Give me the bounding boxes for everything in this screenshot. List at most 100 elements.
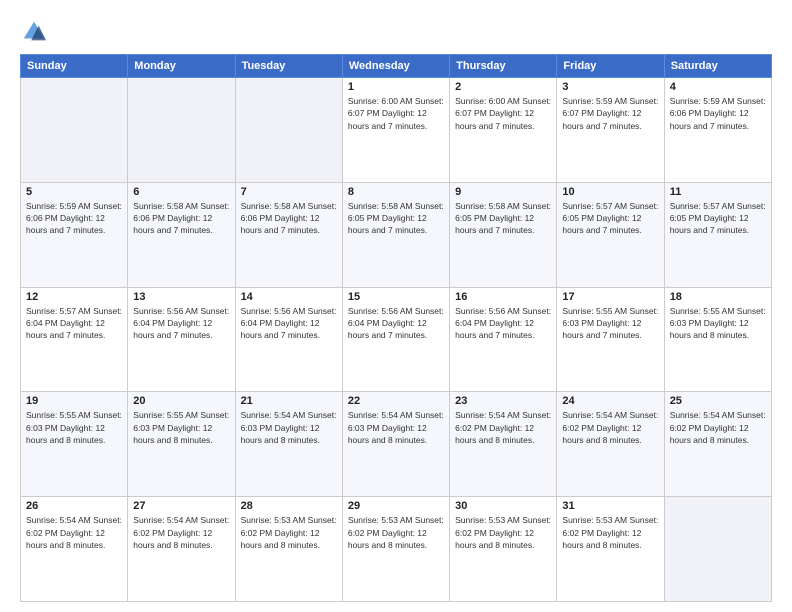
- day-number: 17: [562, 291, 658, 303]
- calendar-cell: 4 Sunrise: 5:59 AM Sunset: 6:06 PM Daylig…: [664, 78, 771, 183]
- calendar-header-row: SundayMondayTuesdayWednesdayThursdayFrid…: [21, 55, 772, 78]
- day-number: 8: [348, 186, 444, 198]
- calendar-cell: 31 Sunrise: 5:53 AM Sunset: 6:02 PM Dayli…: [557, 497, 664, 602]
- day-number: 12: [26, 291, 122, 303]
- calendar-table: SundayMondayTuesdayWednesdayThursdayFrid…: [20, 54, 772, 602]
- calendar-cell: 13 Sunrise: 5:56 AM Sunset: 6:04 PM Dayli…: [128, 287, 235, 392]
- day-number: 6: [133, 186, 229, 198]
- calendar-cell: 10 Sunrise: 5:57 AM Sunset: 6:05 PM Dayli…: [557, 182, 664, 287]
- calendar-week-row: 12Sunrise: 5:57 AM Sunset: 6:04 PM Dayli…: [21, 287, 772, 392]
- day-number: 27: [133, 500, 229, 512]
- cell-content: Sunrise: 5:54 AM Sunset: 6:02 PM Dayligh…: [670, 409, 766, 446]
- calendar-cell: [21, 78, 128, 183]
- cell-content: Sunrise: 6:00 AM Sunset: 6:07 PM Dayligh…: [348, 95, 444, 132]
- calendar-cell: 25 Sunrise: 5:54 AM Sunset: 6:02 PM Dayli…: [664, 392, 771, 497]
- day-number: 30: [455, 500, 551, 512]
- calendar-cell: 29 Sunrise: 5:53 AM Sunset: 6:02 PM Dayli…: [342, 497, 449, 602]
- cell-content: Sunrise: 5:54 AM Sunset: 6:03 PM Dayligh…: [348, 409, 444, 446]
- calendar-day-header: Wednesday: [342, 55, 449, 78]
- cell-content: Sunrise: 5:54 AM Sunset: 6:02 PM Dayligh…: [562, 409, 658, 446]
- cell-content: Sunrise: 5:56 AM Sunset: 6:04 PM Dayligh…: [348, 305, 444, 342]
- day-number: 5: [26, 186, 122, 198]
- cell-content: Sunrise: 5:53 AM Sunset: 6:02 PM Dayligh…: [348, 514, 444, 551]
- day-number: 29: [348, 500, 444, 512]
- calendar-cell: 26 Sunrise: 5:54 AM Sunset: 6:02 PM Dayli…: [21, 497, 128, 602]
- cell-content: Sunrise: 5:55 AM Sunset: 6:03 PM Dayligh…: [562, 305, 658, 342]
- cell-content: Sunrise: 5:54 AM Sunset: 6:02 PM Dayligh…: [133, 514, 229, 551]
- cell-content: Sunrise: 5:56 AM Sunset: 6:04 PM Dayligh…: [241, 305, 337, 342]
- cell-content: Sunrise: 5:55 AM Sunset: 6:03 PM Dayligh…: [670, 305, 766, 342]
- day-number: 7: [241, 186, 337, 198]
- calendar-cell: 20 Sunrise: 5:55 AM Sunset: 6:03 PM Dayli…: [128, 392, 235, 497]
- calendar-cell: 21 Sunrise: 5:54 AM Sunset: 6:03 PM Dayli…: [235, 392, 342, 497]
- calendar-cell: [664, 497, 771, 602]
- day-number: 24: [562, 395, 658, 407]
- day-number: 10: [562, 186, 658, 198]
- day-number: 11: [670, 186, 766, 198]
- day-number: 18: [670, 291, 766, 303]
- day-number: 25: [670, 395, 766, 407]
- calendar-cell: 15 Sunrise: 5:56 AM Sunset: 6:04 PM Dayli…: [342, 287, 449, 392]
- day-number: 21: [241, 395, 337, 407]
- cell-content: Sunrise: 5:54 AM Sunset: 6:02 PM Dayligh…: [26, 514, 122, 551]
- calendar-cell: 27 Sunrise: 5:54 AM Sunset: 6:02 PM Dayli…: [128, 497, 235, 602]
- day-number: 16: [455, 291, 551, 303]
- day-number: 4: [670, 81, 766, 93]
- cell-content: Sunrise: 5:59 AM Sunset: 6:07 PM Dayligh…: [562, 95, 658, 132]
- calendar-cell: 7Sunrise: 5:58 AM Sunset: 6:06 PM Daylig…: [235, 182, 342, 287]
- cell-content: Sunrise: 6:00 AM Sunset: 6:07 PM Dayligh…: [455, 95, 551, 132]
- day-number: 19: [26, 395, 122, 407]
- day-number: 26: [26, 500, 122, 512]
- calendar-cell: 14 Sunrise: 5:56 AM Sunset: 6:04 PM Dayli…: [235, 287, 342, 392]
- cell-content: Sunrise: 5:58 AM Sunset: 6:05 PM Dayligh…: [455, 200, 551, 237]
- calendar-cell: 23Sunrise: 5:54 AM Sunset: 6:02 PM Dayli…: [450, 392, 557, 497]
- calendar-week-row: 26 Sunrise: 5:54 AM Sunset: 6:02 PM Dayli…: [21, 497, 772, 602]
- calendar-cell: 5 Sunrise: 5:59 AM Sunset: 6:06 PM Daylig…: [21, 182, 128, 287]
- calendar-cell: 6 Sunrise: 5:58 AM Sunset: 6:06 PM Daylig…: [128, 182, 235, 287]
- calendar-cell: 9Sunrise: 5:58 AM Sunset: 6:05 PM Daylig…: [450, 182, 557, 287]
- cell-content: Sunrise: 5:56 AM Sunset: 6:04 PM Dayligh…: [133, 305, 229, 342]
- cell-content: Sunrise: 5:53 AM Sunset: 6:02 PM Dayligh…: [562, 514, 658, 551]
- header: [20, 18, 772, 46]
- day-number: 22: [348, 395, 444, 407]
- calendar-cell: 18 Sunrise: 5:55 AM Sunset: 6:03 PM Dayli…: [664, 287, 771, 392]
- calendar-cell: 30 Sunrise: 5:53 AM Sunset: 6:02 PM Dayli…: [450, 497, 557, 602]
- calendar-day-header: Sunday: [21, 55, 128, 78]
- day-number: 1: [348, 81, 444, 93]
- day-number: 31: [562, 500, 658, 512]
- calendar-week-row: 5 Sunrise: 5:59 AM Sunset: 6:06 PM Daylig…: [21, 182, 772, 287]
- calendar-cell: 11 Sunrise: 5:57 AM Sunset: 6:05 PM Dayli…: [664, 182, 771, 287]
- day-number: 15: [348, 291, 444, 303]
- day-number: 20: [133, 395, 229, 407]
- cell-content: Sunrise: 5:59 AM Sunset: 6:06 PM Dayligh…: [670, 95, 766, 132]
- cell-content: Sunrise: 5:56 AM Sunset: 6:04 PM Dayligh…: [455, 305, 551, 342]
- cell-content: Sunrise: 5:59 AM Sunset: 6:06 PM Dayligh…: [26, 200, 122, 237]
- cell-content: Sunrise: 5:57 AM Sunset: 6:05 PM Dayligh…: [562, 200, 658, 237]
- logo-icon: [20, 18, 48, 46]
- calendar-cell: [128, 78, 235, 183]
- cell-content: Sunrise: 5:55 AM Sunset: 6:03 PM Dayligh…: [133, 409, 229, 446]
- cell-content: Sunrise: 5:58 AM Sunset: 6:05 PM Dayligh…: [348, 200, 444, 237]
- day-number: 2: [455, 81, 551, 93]
- cell-content: Sunrise: 5:54 AM Sunset: 6:02 PM Dayligh…: [455, 409, 551, 446]
- calendar-cell: [235, 78, 342, 183]
- cell-content: Sunrise: 5:53 AM Sunset: 6:02 PM Dayligh…: [455, 514, 551, 551]
- calendar-cell: 3 Sunrise: 5:59 AM Sunset: 6:07 PM Daylig…: [557, 78, 664, 183]
- calendar-cell: 22 Sunrise: 5:54 AM Sunset: 6:03 PM Dayli…: [342, 392, 449, 497]
- calendar-cell: 1 Sunrise: 6:00 AM Sunset: 6:07 PM Daylig…: [342, 78, 449, 183]
- cell-content: Sunrise: 5:53 AM Sunset: 6:02 PM Dayligh…: [241, 514, 337, 551]
- calendar-week-row: 19 Sunrise: 5:55 AM Sunset: 6:03 PM Dayli…: [21, 392, 772, 497]
- calendar-week-row: 1 Sunrise: 6:00 AM Sunset: 6:07 PM Daylig…: [21, 78, 772, 183]
- calendar-day-header: Monday: [128, 55, 235, 78]
- day-number: 14: [241, 291, 337, 303]
- day-number: 28: [241, 500, 337, 512]
- logo: [20, 18, 52, 46]
- calendar-cell: 16 Sunrise: 5:56 AM Sunset: 6:04 PM Dayli…: [450, 287, 557, 392]
- calendar-day-header: Tuesday: [235, 55, 342, 78]
- cell-content: Sunrise: 5:54 AM Sunset: 6:03 PM Dayligh…: [241, 409, 337, 446]
- day-number: 3: [562, 81, 658, 93]
- cell-content: Sunrise: 5:58 AM Sunset: 6:06 PM Dayligh…: [133, 200, 229, 237]
- day-number: 13: [133, 291, 229, 303]
- cell-content: Sunrise: 5:57 AM Sunset: 6:05 PM Dayligh…: [670, 200, 766, 237]
- calendar-day-header: Thursday: [450, 55, 557, 78]
